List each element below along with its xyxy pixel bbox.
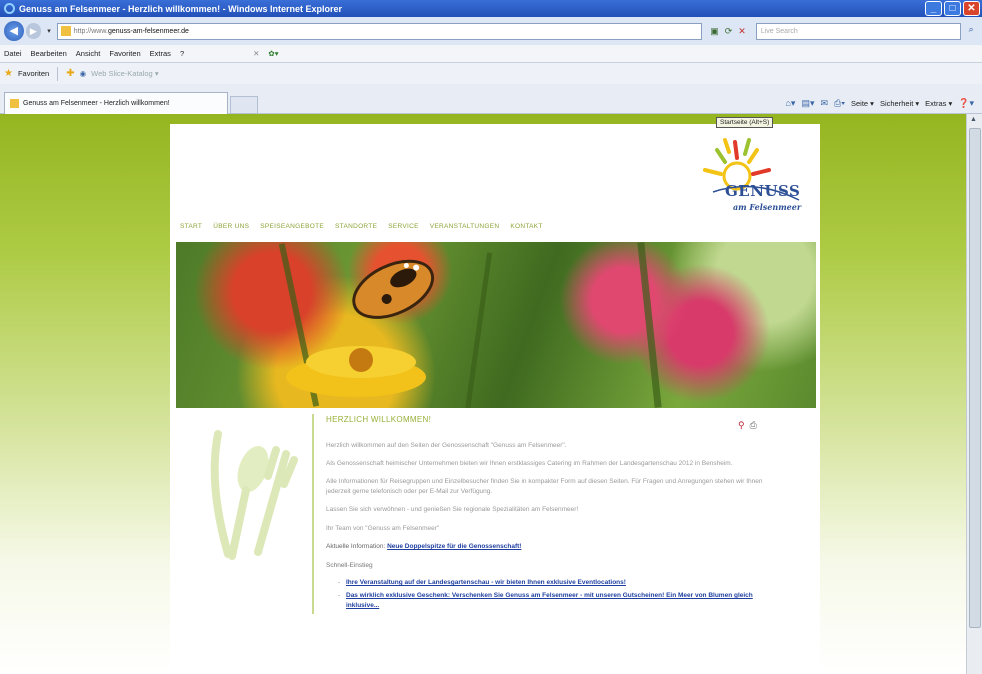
stop-icon[interactable]: ✕	[738, 26, 746, 37]
new-tab-button[interactable]	[230, 96, 258, 114]
current-info: Aktuelle Information: Neue Doppelspitze …	[326, 542, 772, 551]
nav-speiseangebote[interactable]: SPEISEANGEBOTE	[260, 223, 324, 230]
feeds-icon[interactable]: ▤▾	[801, 98, 814, 109]
butterfly-icon	[286, 259, 435, 397]
tab-label: Genuss am Felsenmeer - Herzlich willkomm…	[23, 100, 170, 107]
site-navigation: START ÜBER UNS SPEISEANGEBOTE STANDORTE …	[180, 223, 543, 230]
cmd-page[interactable]: Seite ▾	[851, 99, 874, 108]
back-button[interactable]: ◀	[4, 21, 24, 41]
nav-service[interactable]: SERVICE	[388, 223, 419, 230]
paragraph-enjoy: Lassen Sie sich verwöhnen - und genießen…	[326, 506, 579, 514]
hero-image-butterfly-flowers	[176, 242, 816, 408]
info-label: Aktuelle Information:	[326, 543, 386, 551]
command-bar: ⌂▾ ▤▾ ✉ ⎙▾ Seite ▾ Sicherheit ▾ Extras ▾…	[785, 98, 974, 109]
web-slice-icon[interactable]: ◉	[80, 69, 87, 78]
scrollbar-thumb[interactable]	[969, 128, 981, 628]
quick-start-label: Schnell-Einstieg	[326, 561, 373, 569]
vertical-scrollbar[interactable]: ▲	[966, 114, 982, 674]
divider	[57, 66, 59, 81]
internet-explorer-icon	[4, 3, 15, 14]
home-icon[interactable]: ⌂▾	[785, 98, 795, 109]
paragraph-signature: Ihr Team von "Genuss am Felsenmeer"	[326, 524, 440, 532]
page-viewport: GENUSS am Felsenmeer START ÜBER UNS SPEI…	[0, 114, 966, 674]
menu-favorites[interactable]: Favoriten	[109, 49, 140, 58]
help-icon[interactable]: ❓▾	[958, 98, 974, 109]
menu-view[interactable]: Ansicht	[76, 49, 101, 58]
nav-ueber-uns[interactable]: ÜBER UNS	[213, 223, 249, 230]
history-dropdown-icon[interactable]: ▾	[47, 27, 51, 35]
site-page: GENUSS am Felsenmeer START ÜBER UNS SPEI…	[170, 124, 820, 674]
search-placeholder: Live Search	[760, 27, 798, 35]
list-item: Das wirklich exklusive Geschenk: Versche…	[338, 591, 772, 610]
site-logo[interactable]: GENUSS am Felsenmeer	[695, 134, 805, 226]
window-title: Genuss am Felsenmeer - Herzlich willkomm…	[19, 3, 342, 14]
address-actions: ▣ ⟳ ✕	[710, 26, 746, 37]
scroll-up-icon[interactable]: ▲	[970, 116, 977, 123]
site-favicon	[60, 26, 71, 36]
nav-start[interactable]: START	[180, 223, 202, 230]
forward-button[interactable]: ▶	[25, 23, 42, 39]
nav-veranstaltungen[interactable]: VERANSTALTUNGEN	[430, 223, 500, 230]
address-input[interactable]: http://www. genuss-am-felsenmeer.de	[56, 22, 703, 40]
logo-subtitle: am Felsenmeer	[733, 202, 802, 212]
address-toolbar: ◀ ▶ ▾ http://www. genuss-am-felsenmeer.de…	[0, 17, 982, 45]
main-content: HERZLICH WILLKOMMEN! Herzlich willkommen…	[312, 414, 772, 615]
tab-bar: Genuss am Felsenmeer - Herzlich willkomm…	[0, 84, 982, 114]
favorites-bar: ★ Favoriten ✚ ◉ Web Slice-Katalog ▾	[0, 63, 982, 84]
window-controls: _ □ ✕	[925, 1, 980, 16]
menu-bar: Datei Bearbeiten Ansicht Favoriten Extra…	[0, 45, 982, 63]
quick-link-event[interactable]: Ihre Veranstaltung auf der Landesgartens…	[346, 579, 626, 586]
addon-icon[interactable]: ✿▾	[268, 49, 278, 58]
cmd-safety[interactable]: Sicherheit ▾	[880, 99, 919, 108]
cutlery-icon	[210, 430, 298, 560]
url-domain: genuss-am-felsenmeer.de	[107, 27, 189, 35]
menu-help[interactable]: ?	[180, 49, 184, 58]
page-title: HERZLICH WILLKOMMEN!	[326, 415, 432, 424]
window-title-bar: Genuss am Felsenmeer - Herzlich willkomm…	[0, 0, 982, 17]
quick-link-gift[interactable]: Das wirklich exklusive Geschenk: Versche…	[346, 592, 753, 608]
minimize-button[interactable]: _	[925, 1, 942, 16]
close-button[interactable]: ✕	[963, 1, 980, 16]
url-prefix: http://www.	[73, 27, 108, 35]
search-input[interactable]: Live Search	[755, 22, 962, 40]
menu-tools[interactable]: Extras	[150, 49, 171, 58]
tab-favicon	[10, 99, 19, 108]
cmd-tools[interactable]: Extras ▾	[925, 99, 952, 108]
menu-file[interactable]: Datei	[4, 49, 22, 58]
compatibility-view-icon[interactable]: ▣	[710, 26, 719, 37]
nav-kontakt[interactable]: KONTAKT	[510, 223, 542, 230]
paragraph-information: Alle Informationen für Reisegruppen und …	[326, 478, 763, 495]
favorites-button[interactable]: Favoriten	[18, 69, 49, 78]
mail-icon[interactable]: ✉	[820, 98, 828, 109]
info-link[interactable]: Neue Doppelspitze für die Genossenschaft…	[387, 543, 521, 550]
paragraph-catering: Als Genossenschaft heimischer Unternehme…	[326, 460, 733, 468]
list-item: Ihre Veranstaltung auf der Landesgartens…	[338, 578, 772, 588]
close-toolbar-icon[interactable]: ✕	[253, 49, 259, 58]
print-icon[interactable]: ⎙▾	[834, 98, 845, 109]
menu-edit[interactable]: Bearbeiten	[31, 49, 67, 58]
quick-links: Ihre Veranstaltung auf der Landesgartens…	[338, 578, 772, 610]
search-icon[interactable]: ⌕	[964, 24, 978, 38]
web-slice-gallery[interactable]: Web Slice-Katalog ▾	[91, 69, 158, 78]
maximize-button[interactable]: □	[944, 1, 961, 16]
logo-word: GENUSS	[725, 182, 801, 200]
nav-standorte[interactable]: STANDORTE	[335, 223, 377, 230]
tooltip: Startseite (Alt+S)	[716, 117, 774, 128]
add-favorite-icon[interactable]: ✚	[66, 68, 74, 79]
paragraph-welcome: Herzlich willkommen auf den Seiten der G…	[326, 441, 567, 449]
refresh-icon[interactable]: ⟳	[725, 26, 733, 37]
favorites-star-icon[interactable]: ★	[4, 68, 13, 79]
tab-active[interactable]: Genuss am Felsenmeer - Herzlich willkomm…	[4, 92, 228, 114]
sun-icon	[703, 138, 800, 201]
